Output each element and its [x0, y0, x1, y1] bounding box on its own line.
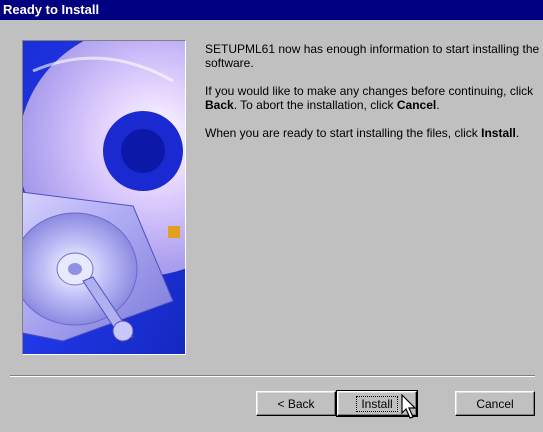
para3-text-a: When you are ready to start installing t… [205, 126, 482, 140]
para3-install-keyword: Install [481, 126, 516, 140]
para2-text-b: . To abort the installation, click [233, 98, 397, 112]
install-button-label: Install [356, 395, 398, 412]
para3-text-b: . [515, 126, 520, 140]
info-paragraph-3: When you are ready to start installing t… [205, 126, 540, 140]
info-paragraph-2: If you would like to make any changes be… [205, 84, 540, 112]
separator [10, 375, 535, 377]
window-title: Ready to Install [3, 2, 100, 17]
para2-back-keyword: Back [205, 98, 234, 112]
para2-text-a: If you would like to make any changes be… [205, 84, 534, 98]
cd-harddisk-image [23, 41, 185, 354]
mouse-pointer-icon [401, 394, 417, 419]
cancel-button[interactable]: Cancel [455, 391, 535, 416]
title-bar: Ready to Install [0, 0, 543, 20]
installer-illustration [22, 40, 186, 355]
para2-text-c: . [436, 98, 440, 112]
info-paragraph-1: SETUPML61 now has enough information to … [205, 42, 540, 70]
back-button[interactable]: < Back [256, 391, 336, 416]
info-text: SETUPML61 now has enough information to … [205, 42, 540, 154]
para2-cancel-keyword: Cancel [396, 98, 437, 112]
